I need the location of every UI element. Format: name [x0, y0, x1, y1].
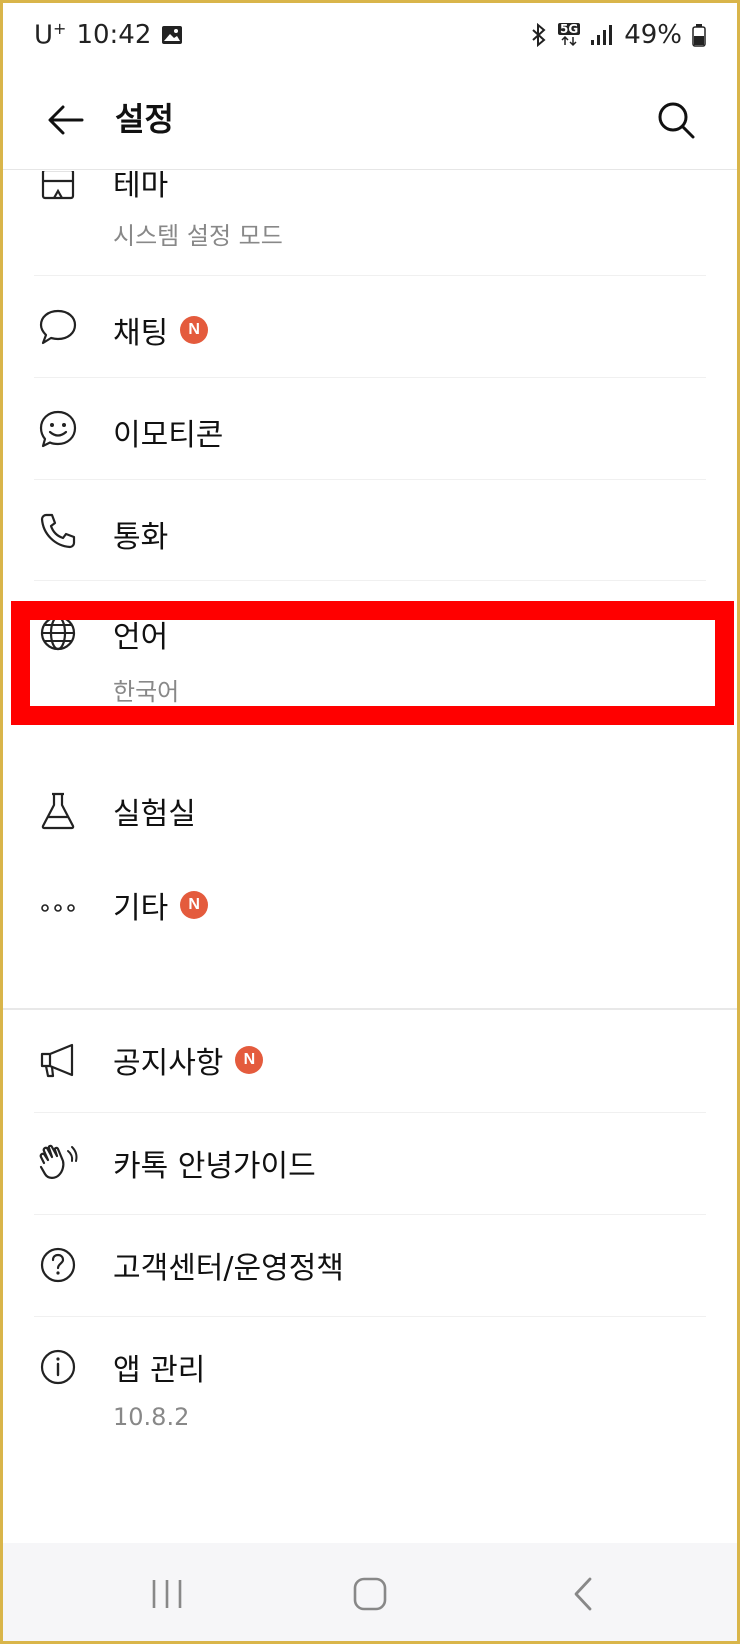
menu-label-help: 고객센터/운영정책: [113, 1243, 344, 1287]
back-arrow-icon[interactable]: [38, 92, 94, 148]
settings-list: 테마 시스템 설정 모드 채팅 N 이모티콘 통화 언어 한국어 실험실 기타 …: [0, 171, 740, 1543]
nav-back-icon[interactable]: [558, 1569, 608, 1619]
carrier-sup: +: [53, 19, 67, 39]
carrier-text: U: [34, 20, 54, 51]
emoticon-label-text: 이모티콘: [113, 418, 224, 453]
new-badge: N: [180, 891, 209, 919]
new-badge: N: [235, 1046, 264, 1074]
new-badge: N: [180, 316, 209, 344]
network-5g-icon: 5G: [558, 22, 581, 47]
status-bar: U+ 10:42 5G 49%: [0, 0, 740, 70]
chat-label-text: 채팅: [113, 316, 169, 351]
app-manage-label-text: 앱 관리: [113, 1353, 206, 1388]
battery-percent: 49%: [624, 20, 682, 50]
app-version: 10.8.2: [113, 1403, 190, 1431]
bluetooth-icon: [530, 23, 548, 47]
menu-item-language[interactable]: 언어 한국어: [0, 581, 740, 731]
question-icon: [36, 1243, 80, 1287]
theme-icon: [36, 171, 80, 207]
more-icon: [36, 886, 80, 930]
menu-item-emoticon[interactable]: 이모티콘: [0, 378, 740, 480]
theme-label-text: 테마: [113, 171, 169, 203]
page-title: 설정: [115, 100, 174, 138]
clock: 10:42: [76, 20, 152, 50]
help-label-text: 고객센터/운영정책: [113, 1251, 344, 1286]
menu-label-etc: 기타 N: [113, 883, 209, 927]
menu-label-guide: 카톡 안녕가이드: [113, 1141, 316, 1185]
menu-item-chat[interactable]: 채팅 N: [0, 276, 740, 378]
menu-item-help[interactable]: 고객센터/운영정책: [0, 1215, 740, 1317]
menu-label-chat: 채팅 N: [113, 308, 209, 352]
info-icon: [36, 1345, 80, 1389]
chat-bubble-icon: [36, 305, 80, 349]
menu-label-emoticon: 이모티콘: [113, 410, 223, 454]
phone-icon: [36, 509, 80, 553]
menu-sub-language: 한국어: [113, 678, 180, 706]
network-label: 5G: [558, 22, 581, 36]
status-left: U+ 10:42: [34, 19, 183, 51]
menu-item-call[interactable]: 통화: [0, 480, 740, 581]
menu-label-call: 통화: [113, 512, 168, 556]
globe-icon: [36, 611, 80, 655]
emoticon-icon: [36, 407, 80, 451]
call-label-text: 통화: [113, 520, 169, 555]
megaphone-icon: [36, 1038, 80, 1082]
signal-icon: [590, 24, 614, 46]
battery-icon: [692, 23, 706, 47]
system-nav-bar: [0, 1543, 740, 1644]
menu-label-notice: 공지사항 N: [113, 1038, 264, 1082]
recent-apps-icon[interactable]: [142, 1569, 192, 1619]
menu-sub-theme: 시스템 설정 모드: [113, 222, 283, 250]
notice-label-text: 공지사항: [113, 1046, 224, 1081]
home-icon[interactable]: [345, 1569, 395, 1619]
status-right: 5G 49%: [530, 20, 706, 50]
menu-label-language: 언어: [113, 612, 168, 656]
menu-item-theme[interactable]: 테마 시스템 설정 모드: [0, 171, 740, 276]
etc-label-text: 기타: [113, 891, 169, 926]
menu-item-app-manage[interactable]: 앱 관리 10.8.2: [0, 1317, 740, 1467]
search-icon[interactable]: [646, 90, 706, 150]
carrier: U+: [34, 19, 66, 51]
menu-label-theme: 테마: [113, 171, 168, 204]
guide-label-text: 카톡 안녕가이드: [113, 1149, 316, 1184]
menu-label-app-manage: 앱 관리: [113, 1345, 205, 1389]
gallery-notification-icon: [161, 24, 183, 46]
menu-item-etc[interactable]: 기타 N: [0, 861, 740, 961]
language-label-text: 언어: [113, 620, 169, 655]
lab-label-text: 실험실: [113, 797, 196, 832]
menu-item-guide[interactable]: 카톡 안녕가이드: [0, 1113, 740, 1215]
waving-hand-icon: [36, 1142, 80, 1186]
flask-icon: [36, 789, 80, 833]
app-header: 설정: [0, 70, 740, 170]
menu-item-notice[interactable]: 공지사항 N: [0, 1010, 740, 1112]
menu-label-lab: 실험실: [113, 789, 196, 833]
